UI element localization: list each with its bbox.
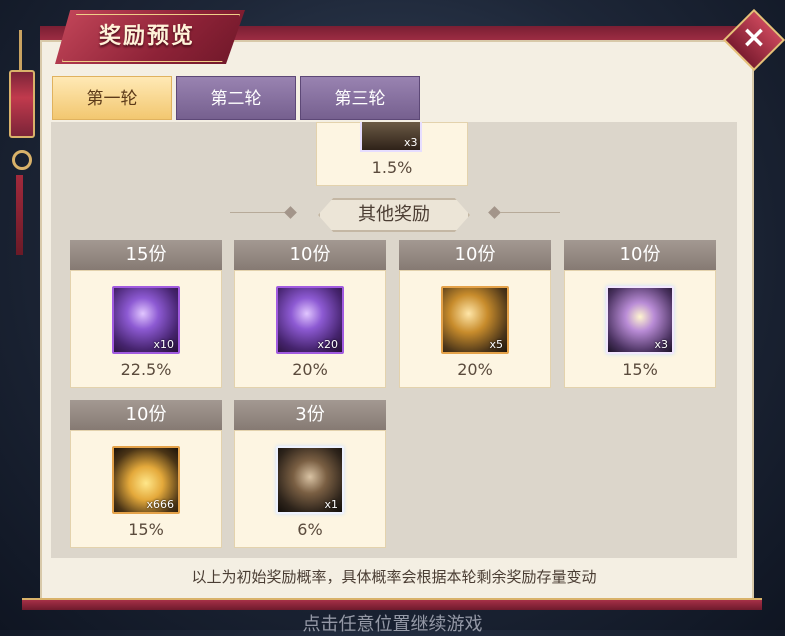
reward-qty: x666 [146, 498, 174, 511]
probability-note: 以上为初始奖励概率，具体概率会根据本轮剩余奖励存量变动 [191, 568, 597, 586]
top-reward-qty: x3 [404, 136, 418, 149]
tab-round-2[interactable]: 第二轮 [176, 76, 296, 120]
divider-line-right [500, 212, 560, 213]
purple-crystal-icon[interactable]: x20 [276, 286, 344, 354]
reward-qty: x5 [489, 338, 503, 351]
reward-card: 15份 x10 22.5% [70, 240, 222, 388]
reward-card: 10份 x5 20% [399, 240, 551, 388]
reward-percent: 15% [622, 360, 658, 379]
panel-bottom-border [22, 598, 762, 610]
reward-card: 10份 x3 15% [564, 240, 716, 388]
gold-ingot-icon[interactable]: x666 [112, 446, 180, 514]
close-icon[interactable]: × [732, 16, 776, 60]
reward-percent: 20% [457, 360, 493, 379]
panel-title: 奖励预览 [98, 24, 195, 49]
reward-qty: x1 [324, 498, 338, 511]
continue-hint[interactable]: 点击任意位置继续游戏 [0, 610, 785, 636]
reward-count: 10份 [70, 400, 222, 430]
reward-count: 10份 [399, 240, 551, 270]
reward-qty: x3 [654, 338, 668, 351]
reward-qty: x10 [153, 338, 174, 351]
reward-card: 10份 x20 20% [234, 240, 386, 388]
tab-round-1[interactable]: 第一轮 [52, 76, 172, 120]
gold-purple-crystal-icon[interactable]: x5 [441, 286, 509, 354]
ring-ornament [12, 150, 32, 170]
reward-percent: 20% [292, 360, 328, 379]
reward-qty: x20 [317, 338, 338, 351]
hero-card-icon[interactable]: x1 [276, 446, 344, 514]
reward-count: 15份 [70, 240, 222, 270]
reward-card: 3份 x1 6% [234, 400, 386, 548]
reward-percent: 6% [297, 520, 323, 539]
top-reward-percent: 1.5% [371, 158, 413, 177]
reward-percent: 22.5% [120, 360, 172, 379]
section-title: 其他奖励 [358, 204, 430, 225]
lantern-ornament [9, 70, 35, 138]
tassel-ornament [16, 175, 23, 255]
mixed-crystal-icon[interactable]: x3 [606, 286, 674, 354]
divider-line-left [230, 212, 290, 213]
reward-card: 10份 x666 15% [70, 400, 222, 548]
tab-round-3[interactable]: 第三轮 [300, 76, 420, 120]
ornament-string [19, 30, 22, 70]
reward-count: 3份 [234, 400, 386, 430]
reward-count: 10份 [564, 240, 716, 270]
purple-crystal-icon[interactable]: x10 [112, 286, 180, 354]
reward-percent: 15% [128, 520, 164, 539]
reward-count: 10份 [234, 240, 386, 270]
